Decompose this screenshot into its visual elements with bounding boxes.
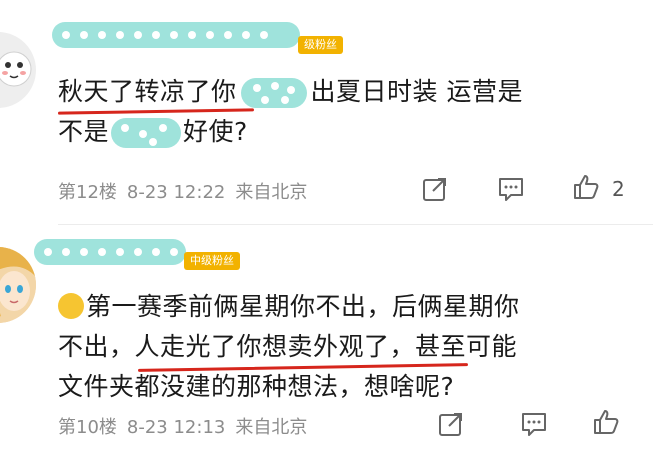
- floor-number: 第12楼: [58, 182, 117, 203]
- text-redaction: [240, 78, 307, 108]
- location: 来自北京: [235, 182, 308, 203]
- username-redacted[interactable]: [34, 239, 186, 265]
- comment-text: 秋天了转凉了你 出夏日时装 运营是 不是 好使?: [58, 72, 638, 152]
- comment-text-segment: 秋天了转凉了你: [58, 77, 237, 106]
- avatar-character-icon: [0, 247, 36, 323]
- comment-text-segment: 不是: [58, 117, 110, 146]
- smile-emoji-icon: [58, 293, 84, 319]
- location: 来自北京: [235, 417, 308, 438]
- avatar-face-icon: [0, 51, 32, 87]
- comment-text-segment: 出夏日时装 运营是: [310, 77, 523, 106]
- like-icon[interactable]: [572, 173, 600, 201]
- comment-item: 中级粉丝 第一赛季前俩星期你不出，后俩星期你 不出，人走光了你想卖外观了，甚至可…: [0, 225, 653, 469]
- timestamp: 8-23 12:22: [126, 182, 226, 203]
- share-icon[interactable]: [421, 175, 449, 203]
- share-icon[interactable]: [437, 410, 465, 438]
- comment-text-segment: 好使?: [183, 117, 248, 146]
- like-count: 2: [612, 177, 625, 201]
- comment-icon[interactable]: [497, 175, 525, 203]
- comment-text-line: 第一赛季前俩星期你不出，后俩星期你: [86, 292, 520, 321]
- like-icon[interactable]: [592, 408, 620, 436]
- timestamp: 8-23 12:13: [126, 417, 226, 438]
- avatar[interactable]: [0, 247, 36, 323]
- comment-icon[interactable]: [520, 410, 548, 438]
- text-redaction: [111, 118, 182, 148]
- comment-text: 第一赛季前俩星期你不出，后俩星期你 不出，人走光了你想卖外观了，甚至可能 文件夹…: [58, 287, 638, 407]
- comment-text-line: 文件夹都没建的那种想法，想啥呢?: [58, 372, 455, 401]
- comment-list: 级粉丝 秋天了转凉了你 出夏日时装 运营是 不是 好使? 第12楼 8-23 12:2…: [0, 0, 653, 469]
- comment-meta: 第12楼 8-23 12:22 来自北京: [58, 178, 317, 203]
- comment-item: 级粉丝 秋天了转凉了你 出夏日时装 运营是 不是 好使? 第12楼 8-23 12:2…: [0, 0, 653, 225]
- avatar[interactable]: [0, 32, 36, 108]
- floor-number: 第10楼: [58, 417, 117, 438]
- comment-meta: 第10楼 8-23 12:13 来自北京: [58, 413, 317, 438]
- fan-level-badge: 级粉丝: [298, 36, 343, 54]
- fan-level-badge: 中级粉丝: [184, 252, 240, 270]
- username-redacted[interactable]: [52, 22, 300, 48]
- comment-text-line: 不出，人走光了你想卖外观了，甚至可能: [58, 332, 518, 361]
